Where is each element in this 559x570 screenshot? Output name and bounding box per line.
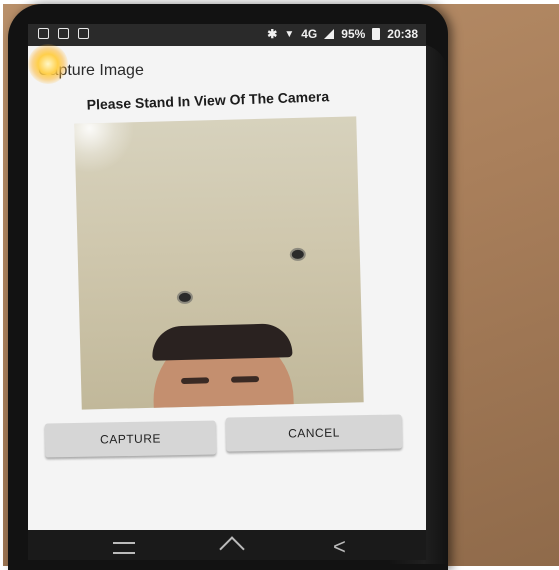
navigation-bar: < (28, 530, 426, 560)
screenshot-icon (78, 28, 89, 39)
image-icon (38, 28, 49, 39)
battery-level: 95% (341, 27, 366, 41)
status-bar: ✱ ▼ 4G 95% 20:38 (28, 24, 426, 46)
battery-icon (372, 28, 381, 40)
ceiling-sprinkler (176, 290, 194, 305)
person-hair (151, 323, 293, 361)
phone-screen: ✱ ▼ 4G 95% 20:38 Capture Image Please St… (28, 24, 426, 560)
ceiling-light (74, 116, 136, 175)
person-eye (180, 377, 210, 385)
back-icon[interactable]: < (333, 536, 346, 558)
camera-flash-glare (28, 44, 68, 84)
cancel-button[interactable]: CANCEL (225, 414, 403, 452)
person-eye (230, 375, 260, 383)
camera-preview (74, 116, 364, 410)
home-icon[interactable] (219, 536, 245, 560)
capture-button[interactable]: CAPTURE (44, 420, 217, 458)
bluetooth-icon: ✱ (267, 27, 278, 41)
signal-icon (324, 29, 335, 39)
lock-icon (58, 28, 69, 39)
wifi-icon: ▼ (284, 28, 295, 40)
network-type: 4G (301, 27, 318, 41)
phone-device: ✱ ▼ 4G 95% 20:38 Capture Image Please St… (8, 4, 448, 570)
clock: 20:38 (387, 27, 418, 41)
ceiling-sprinkler (289, 247, 306, 262)
menu-icon[interactable] (113, 542, 135, 554)
photo-border (0, 0, 3, 570)
instruction-text: Please Stand In View Of The Camera (86, 88, 330, 113)
